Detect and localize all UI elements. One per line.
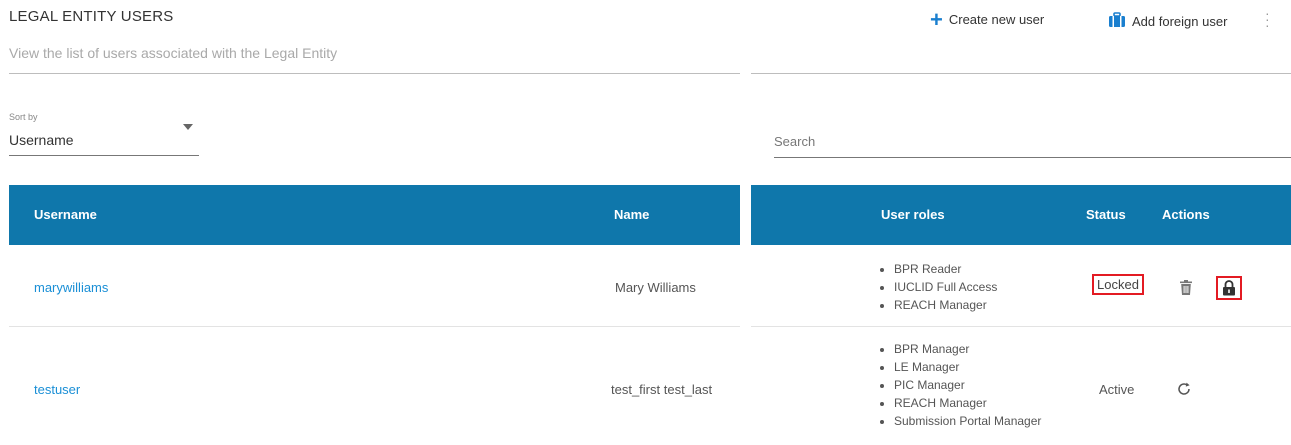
add-foreign-user-button[interactable]: Add foreign user [1108,12,1227,31]
role-item: PIC Manager [894,376,1041,394]
refresh-icon[interactable] [1175,380,1193,398]
trash-icon[interactable] [1178,277,1194,297]
chevron-down-icon[interactable] [183,124,193,130]
search-underline [774,157,1291,158]
column-header-actions: Actions [1162,207,1210,222]
user-name: test_first test_last [611,382,713,397]
table-header-right: User roles Status Actions [751,185,1291,245]
page-subtitle: View the list of users associated with t… [9,45,338,61]
user-name: Mary Williams [615,280,696,295]
role-item: REACH Manager [894,394,1041,412]
status-text: Locked [1092,274,1144,295]
table-header-left: Username Name [9,185,740,245]
create-new-user-button[interactable]: + Create new user [930,6,1045,32]
role-item: LE Manager [894,358,1041,376]
role-item: REACH Manager [894,296,997,314]
plus-icon: + [930,6,943,32]
column-header-username[interactable]: Username [34,207,97,222]
sort-label: Sort by [9,112,38,122]
briefcase-icon [1108,12,1126,31]
table-row: marywilliams Mary Williams BPR Reader IU… [0,246,1291,326]
search-input[interactable] [774,127,1289,155]
add-foreign-user-label: Add foreign user [1132,14,1228,29]
sort-select[interactable]: Username [9,132,74,148]
sort-underline [9,155,199,156]
toolbar-divider [751,73,1291,74]
unlock-icon[interactable] [1216,276,1242,300]
user-roles-list: BPR Manager LE Manager PIC Manager REACH… [868,340,1041,430]
create-new-user-label: Create new user [948,12,1045,27]
status-badge: Locked [1092,274,1144,295]
role-item: BPR Manager [894,340,1041,358]
table-row: testuser test_first test_last BPR Manage… [0,327,1291,445]
column-header-name[interactable]: Name [614,207,649,222]
more-options-icon[interactable]: · · · [1265,6,1270,32]
user-roles-list: BPR Reader IUCLID Full Access REACH Mana… [868,260,997,314]
role-item: BPR Reader [894,260,997,278]
page-title: LEGAL ENTITY USERS [9,8,174,25]
role-item: IUCLID Full Access [894,278,997,296]
column-header-status: Status [1086,207,1126,222]
username-link[interactable]: marywilliams [34,280,108,295]
username-link[interactable]: testuser [34,382,80,397]
status-text: Active [1099,382,1135,397]
column-header-user-roles: User roles [881,207,945,222]
subtitle-divider [9,73,740,74]
role-item: Submission Portal Manager [894,412,1041,430]
